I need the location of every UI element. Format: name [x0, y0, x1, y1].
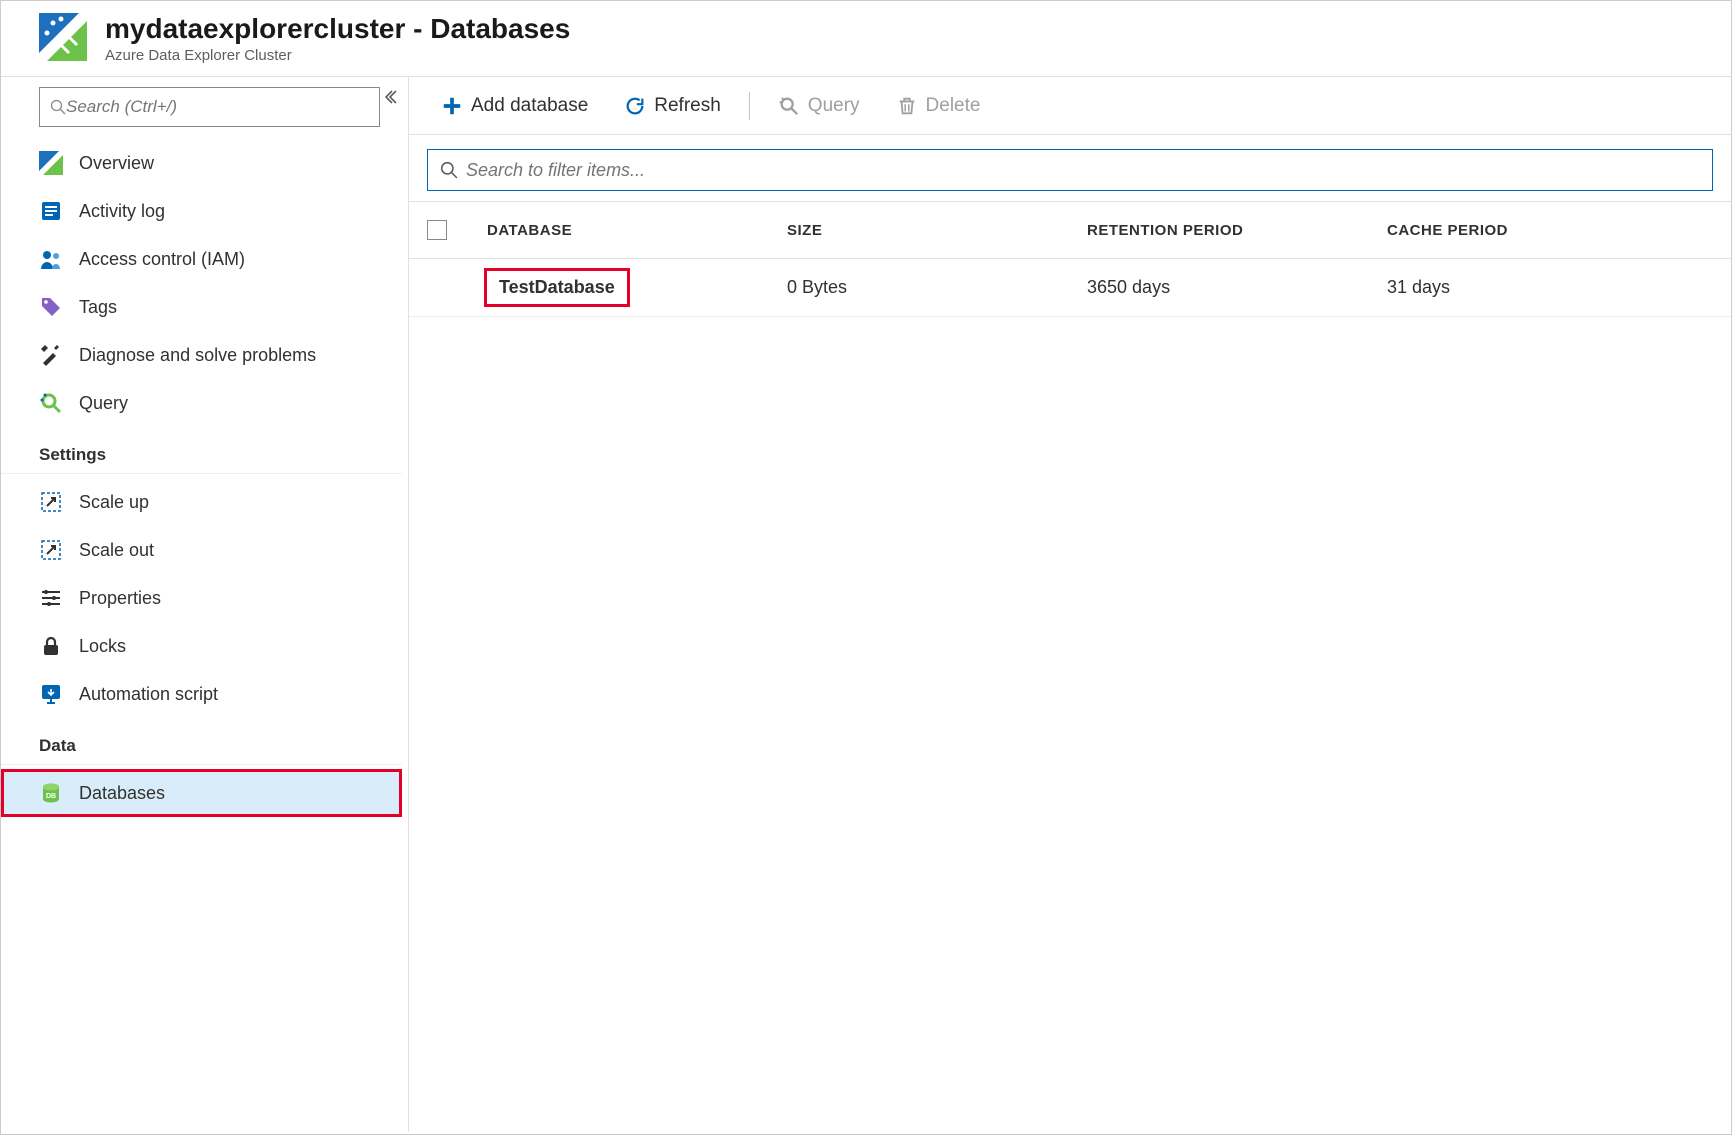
sidebar-item-label: Activity log — [79, 201, 165, 222]
toolbar-separator — [749, 92, 750, 120]
tools-icon — [39, 343, 63, 367]
page-header: mydataexplorercluster - Databases Azure … — [1, 1, 1731, 77]
sidebar-search[interactable] — [39, 87, 380, 127]
page-title: mydataexplorercluster - Databases — [105, 13, 570, 45]
cell-retention: 3650 days — [1087, 277, 1387, 298]
properties-icon — [39, 586, 63, 610]
query-icon — [778, 95, 800, 117]
sidebar-item-automation[interactable]: Automation script — [1, 670, 402, 718]
sidebar-item-label: Overview — [79, 153, 154, 174]
sidebar-search-input[interactable] — [66, 97, 369, 117]
delete-button[interactable]: Delete — [882, 89, 995, 123]
column-size[interactable]: Size — [787, 222, 1087, 239]
refresh-icon — [624, 95, 646, 117]
page-subtitle: Azure Data Explorer Cluster — [105, 47, 570, 64]
sidebar-item-label: Access control (IAM) — [79, 249, 245, 270]
collapse-sidebar-button[interactable] — [378, 85, 402, 109]
sidebar-section-settings: Settings — [1, 427, 402, 474]
svg-text:DB: DB — [46, 793, 56, 800]
select-all-checkbox[interactable] — [427, 220, 447, 240]
database-icon: DB — [39, 781, 63, 805]
button-label: Refresh — [654, 95, 721, 117]
sidebar-item-label: Scale up — [79, 492, 149, 513]
plus-icon — [441, 95, 463, 117]
cell-cache: 31 days — [1387, 277, 1713, 298]
main-content: Add database Refresh Query Delete — [409, 77, 1731, 1132]
button-label: Query — [808, 95, 860, 117]
cluster-icon — [39, 151, 63, 175]
trash-icon — [896, 95, 918, 117]
databases-table: Database Size Retention Period Cache Per… — [409, 201, 1731, 317]
filter-search[interactable] — [427, 149, 1713, 191]
table-header: Database Size Retention Period Cache Per… — [409, 201, 1731, 259]
sidebar-item-label: Properties — [79, 588, 161, 609]
sidebar-item-scale-up[interactable]: Scale up — [1, 478, 402, 526]
sidebar-section-data: Data — [1, 718, 402, 765]
log-icon — [39, 199, 63, 223]
search-icon — [50, 99, 66, 115]
people-icon — [39, 247, 63, 271]
sidebar-item-access-control[interactable]: Access control (IAM) — [1, 235, 402, 283]
add-database-button[interactable]: Add database — [427, 89, 602, 123]
lock-icon — [39, 634, 63, 658]
sidebar: Overview Activity log Access control (IA… — [1, 77, 409, 1132]
sidebar-item-label: Diagnose and solve problems — [79, 345, 316, 366]
sidebar-item-label: Scale out — [79, 540, 154, 561]
sidebar-item-label: Databases — [79, 783, 165, 804]
scale-up-icon — [39, 490, 63, 514]
search-icon — [440, 161, 458, 179]
sidebar-item-scale-out[interactable]: Scale out — [1, 526, 402, 574]
refresh-button[interactable]: Refresh — [610, 89, 735, 123]
sidebar-item-overview[interactable]: Overview — [1, 139, 402, 187]
column-retention[interactable]: Retention Period — [1087, 222, 1387, 239]
filter-search-input[interactable] — [466, 160, 1700, 181]
database-name-link[interactable]: TestDatabase — [487, 271, 627, 304]
script-icon — [39, 682, 63, 706]
sidebar-item-diagnose[interactable]: Diagnose and solve problems — [1, 331, 402, 379]
scale-out-icon — [39, 538, 63, 562]
sidebar-item-label: Query — [79, 393, 128, 414]
sidebar-item-locks[interactable]: Locks — [1, 622, 402, 670]
cluster-logo-icon — [39, 13, 87, 61]
sidebar-item-query[interactable]: Query — [1, 379, 402, 427]
tag-icon — [39, 295, 63, 319]
sidebar-item-label: Locks — [79, 636, 126, 657]
column-cache[interactable]: Cache Period — [1387, 222, 1713, 239]
sidebar-item-tags[interactable]: Tags — [1, 283, 402, 331]
query-button[interactable]: Query — [764, 89, 874, 123]
button-label: Delete — [926, 95, 981, 117]
sidebar-item-activity-log[interactable]: Activity log — [1, 187, 402, 235]
sidebar-item-label: Tags — [79, 297, 117, 318]
cell-size: 0 Bytes — [787, 277, 1087, 298]
column-database[interactable]: Database — [487, 222, 787, 239]
sidebar-item-databases[interactable]: DB Databases — [1, 769, 402, 817]
toolbar: Add database Refresh Query Delete — [409, 77, 1731, 135]
sidebar-item-properties[interactable]: Properties — [1, 574, 402, 622]
button-label: Add database — [471, 95, 588, 117]
sidebar-item-label: Automation script — [79, 684, 218, 705]
table-row[interactable]: TestDatabase 0 Bytes 3650 days 31 days — [409, 259, 1731, 317]
query-icon — [39, 391, 63, 415]
